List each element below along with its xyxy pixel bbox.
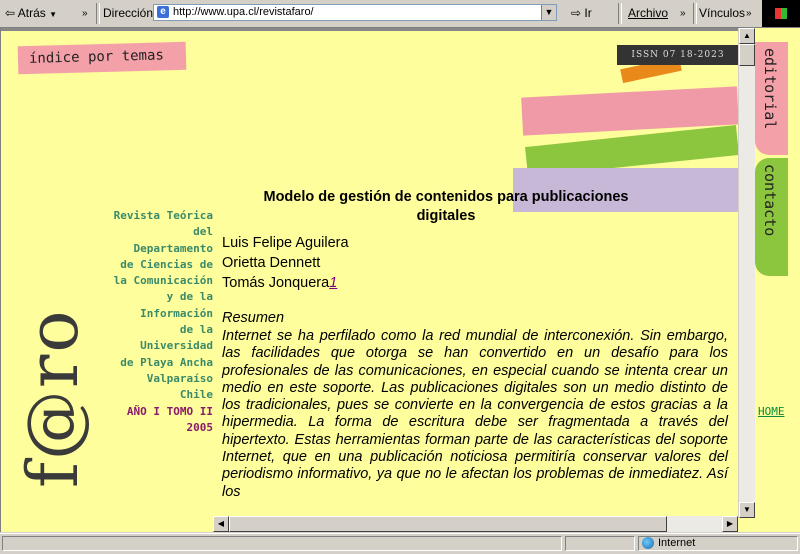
address-label: Dirección	[103, 6, 154, 20]
page-content: índice por temas ISSN 07 18-2023 f@ro Re…	[1, 28, 738, 518]
right-nav: editorial contacto HOME	[755, 28, 800, 532]
status-pane	[565, 536, 635, 551]
footnote-link[interactable]: 1	[329, 275, 337, 291]
indice-por-temas-link[interactable]: índice por temas	[17, 41, 187, 75]
archivo-menu[interactable]: Archivo	[628, 5, 668, 22]
page-viewport: índice por temas ISSN 07 18-2023 f@ro Re…	[0, 28, 800, 532]
toolbar-separator	[693, 3, 697, 24]
top-strip	[1, 28, 738, 31]
status-text-pane	[2, 536, 562, 551]
horizontal-scroll-thumb[interactable]	[229, 516, 667, 532]
journal-info-line: del	[193, 225, 213, 239]
more-buttons-icon[interactable]: »	[82, 5, 88, 22]
journal-info-line: Universidad	[140, 339, 213, 353]
more-links-icon[interactable]: »	[680, 5, 686, 22]
status-zone-pane: Internet	[638, 536, 798, 551]
author-list: Luis Felipe Aguilera Orietta Dennett Tom…	[222, 233, 349, 293]
journal-info-line: y de la	[166, 290, 213, 304]
journal-info-line: Chile	[179, 388, 213, 402]
scroll-down-icon[interactable]: ▼	[739, 502, 755, 518]
status-bar: Internet	[0, 533, 800, 554]
vinculos-menu[interactable]: Vínculos	[699, 5, 745, 22]
go-button[interactable]: ⇨ Ir	[571, 5, 592, 22]
back-button[interactable]: ⇦ Atrás ▼	[5, 5, 57, 22]
scroll-right-icon[interactable]: ▶	[722, 516, 738, 532]
journal-info-line: Departamento	[133, 241, 213, 255]
abstract-text: Internet se ha perfilado como la red mun…	[222, 328, 728, 500]
editorial-tab[interactable]: editorial	[755, 42, 788, 155]
journal-info: Revista Teórica del Departamento de Cien…	[89, 208, 213, 436]
abstract-heading: Resumen	[222, 310, 285, 326]
globe-icon	[642, 537, 654, 550]
article-title: Modelo de gestión de contenidos para pub…	[263, 189, 629, 224]
vertical-scrollbar[interactable]: ▲ ▼	[738, 28, 755, 518]
windows-logo-icon	[762, 0, 800, 27]
author-name: Tomás Jonquera1	[222, 275, 338, 291]
home-link[interactable]: HOME	[758, 405, 785, 418]
issue-label: AÑO I TOMO II	[126, 404, 213, 418]
go-arrow-icon: ⇨	[571, 6, 582, 20]
journal-info-line: de la	[179, 323, 213, 337]
page-icon: e	[157, 6, 169, 18]
address-field[interactable]: e http://www.upa.cl/revistafaro/ ▼	[153, 4, 557, 21]
issue-year: 2005	[186, 420, 214, 434]
journal-info-line: la Comunicación	[113, 274, 213, 288]
toolbar-separator	[96, 3, 100, 24]
scroll-up-icon[interactable]: ▲	[739, 28, 755, 44]
address-dropdown-icon[interactable]: ▼	[541, 5, 556, 20]
journal-info-line: Revista Teórica	[113, 209, 213, 222]
journal-info-line: Valparaíso	[146, 371, 213, 385]
issn-label: ISSN 07 18-2023	[617, 45, 738, 65]
scroll-thumb[interactable]	[739, 44, 755, 66]
toolbar-separator	[618, 3, 622, 24]
faro-logo: f@ro	[12, 308, 94, 488]
journal-info-line: Información	[140, 306, 213, 320]
journal-info-line: de Playa Ancha	[120, 355, 213, 369]
scroll-left-icon[interactable]: ◀	[213, 516, 229, 532]
address-url: http://www.upa.cl/revistafaro/	[173, 6, 314, 18]
author-name: Luis Felipe Aguilera	[222, 235, 349, 251]
more-vinculos-icon[interactable]: »	[746, 5, 752, 22]
back-arrow-icon: ⇦	[5, 6, 16, 20]
browser-toolbar: ⇦ Atrás ▼ » Dirección e http://www.upa.cl…	[0, 0, 800, 28]
contacto-tab[interactable]: contacto	[755, 158, 788, 276]
journal-info-line: de Ciencias de	[120, 257, 213, 271]
chevron-down-icon: ▼	[49, 10, 58, 19]
horizontal-scrollbar[interactable]: ◀ ▶	[213, 516, 738, 532]
author-name: Orietta Dennett	[222, 255, 321, 271]
